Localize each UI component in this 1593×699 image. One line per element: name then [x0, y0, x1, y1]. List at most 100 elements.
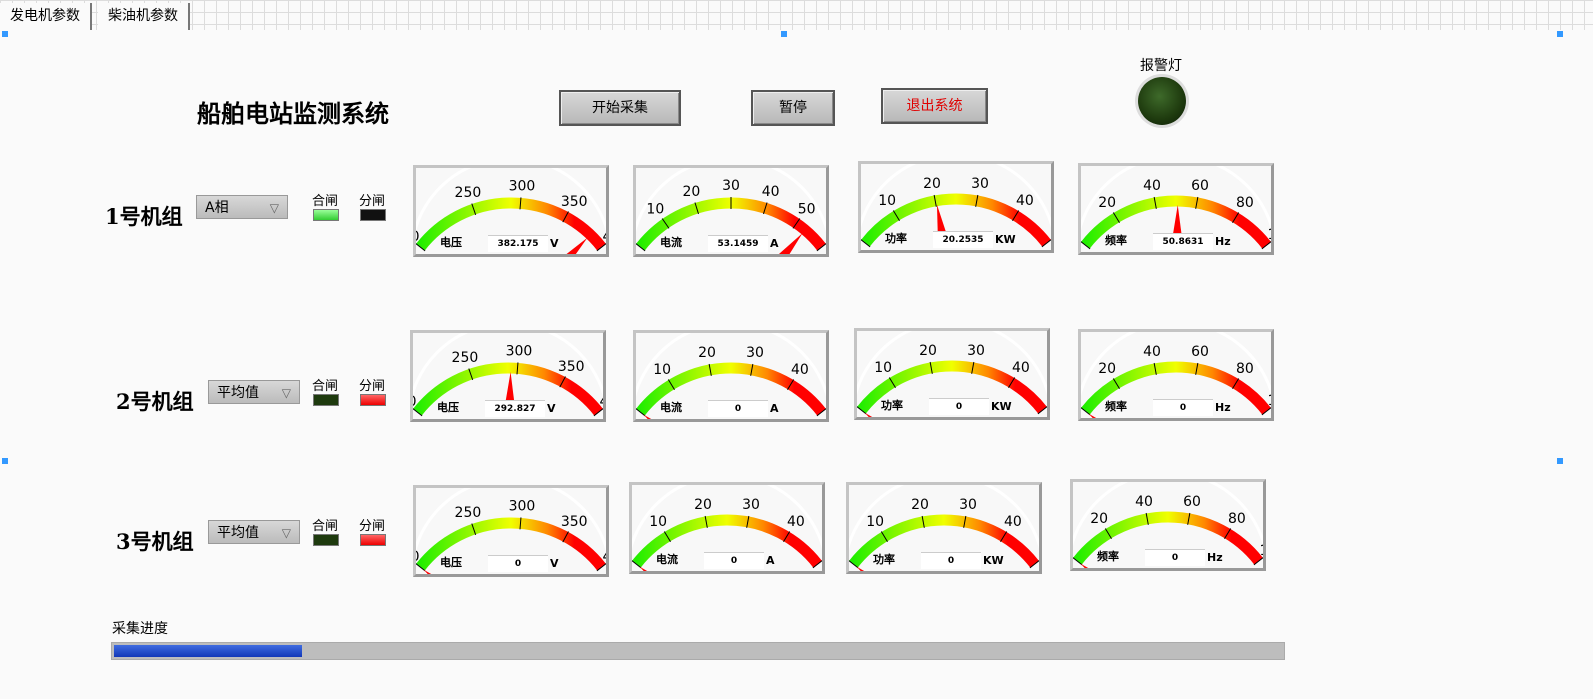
gauge-needle: [643, 414, 652, 419]
closed-indicator: [313, 209, 339, 221]
gauge-digital-display: 0: [929, 398, 989, 415]
gauge-tick-label: 100: [1267, 227, 1271, 243]
resize-handle[interactable]: [1557, 458, 1563, 464]
gauge-tick-label: 40: [787, 514, 805, 530]
gauge: 0 20 40 60 80 100 频率 0 Hz: [1070, 479, 1266, 571]
gauge-tick-label: 100: [1267, 393, 1271, 409]
open-label: 分闸: [359, 379, 386, 394]
gauge-tick-label: 40: [1135, 494, 1153, 510]
gauge-unit: KW: [995, 233, 1016, 246]
gauge-tick-label: 350: [561, 194, 588, 210]
gauge-tick-label: 30: [742, 497, 760, 513]
gauge-needle: [1080, 563, 1089, 568]
phase-select[interactable]: 平均值 ▽: [208, 520, 300, 544]
gauge-digital-display: 0: [708, 400, 768, 417]
alarm-light: [1138, 77, 1186, 125]
alarm-label: 报警灯: [1140, 58, 1182, 74]
open-label: 分闸: [359, 194, 386, 209]
gauge-needle: [1088, 413, 1097, 418]
closed-indicator: [313, 394, 339, 406]
gauge-tick-label: 350: [558, 359, 585, 375]
phase-select[interactable]: 平均值 ▽: [208, 380, 300, 404]
chevron-down-icon: ▽: [269, 201, 279, 215]
progress-fill: [114, 645, 302, 657]
gauge-tick-label: 30: [722, 178, 740, 194]
gauge-unit: V: [550, 237, 559, 250]
phase-value: A相: [205, 200, 229, 216]
resize-handle[interactable]: [1557, 31, 1563, 37]
gauge-name: 频率: [1097, 550, 1119, 563]
phase-select[interactable]: A相 ▽: [196, 195, 288, 219]
tab-generator-params[interactable]: 发电机参数: [0, 3, 92, 30]
gauge-tick-label: 300: [509, 498, 536, 514]
gauge: 0 10 20 30 40 50 功率 0 KW: [846, 482, 1042, 574]
gauge-unit: V: [550, 557, 559, 570]
group-name: 3号机组: [116, 529, 194, 554]
gauge: 180 250 300 350 400 电压 382.175 V: [413, 165, 609, 257]
gauge-tick-label: 40: [791, 362, 809, 378]
gauge-name: 电压: [440, 236, 462, 249]
gauge: 180 250 300 350 400 电压 0 V: [413, 485, 609, 577]
phase-value: 平均值: [217, 385, 259, 401]
resize-handle[interactable]: [2, 31, 8, 37]
gauge-tick-label: 40: [1143, 344, 1161, 360]
exit-button[interactable]: 退出系统: [881, 88, 988, 124]
gauge: 0 10 20 30 40 50 电流 0 A: [633, 330, 829, 422]
open-indicator: [360, 534, 386, 546]
gauge-name: 功率: [873, 553, 895, 566]
gauge-digital-display: 50.8631: [1153, 233, 1213, 250]
group-name: 1号机组: [105, 204, 183, 229]
gauge-tick-label: 180: [416, 549, 420, 565]
gauge-digital-display: 382.175: [488, 235, 548, 252]
tab-diesel-params[interactable]: 柴油机参数: [98, 3, 190, 30]
gauge-unit: A: [770, 402, 779, 415]
open-indicator: [360, 394, 386, 406]
gauge-needle: [639, 566, 648, 571]
gauge-unit: V: [547, 402, 556, 415]
gauge: 0 10 20 30 40 50 功率 20.2535 KW: [858, 161, 1054, 253]
gauge-name: 功率: [881, 399, 903, 412]
gauge-name: 电压: [437, 401, 459, 414]
resize-handle[interactable]: [781, 31, 787, 37]
gauge-unit: A: [766, 554, 775, 567]
gauge: 0 20 40 60 80 100 频率 0 Hz: [1078, 329, 1274, 421]
gauge-tick-label: 10: [646, 202, 664, 218]
gauge-tick-label: 180: [416, 229, 420, 245]
gauge-name: 电压: [440, 556, 462, 569]
gauge-needle: [864, 412, 873, 417]
gauge-tick-label: 350: [561, 514, 588, 530]
resize-handle[interactable]: [2, 458, 8, 464]
gauge-tick-label: 10: [649, 514, 667, 530]
gauge: 0 10 20 30 40 50 功率 0 KW: [854, 328, 1050, 420]
gauge-unit: Hz: [1215, 235, 1231, 248]
gauge-tick-label: 400: [599, 394, 603, 410]
grid-background: [0, 0, 1593, 30]
gauge-tick-label: 180: [413, 394, 417, 410]
open-indicator: [360, 209, 386, 221]
gauge-needle: [423, 569, 432, 574]
gauge-name: 功率: [885, 232, 907, 245]
gauge-tick-label: 40: [1016, 193, 1034, 209]
gauge-tick-label: 40: [1012, 360, 1030, 376]
gauge-name: 电流: [660, 236, 682, 249]
gauge-tick-label: 20: [1090, 511, 1108, 527]
gauge-tick-label: 80: [1228, 511, 1246, 527]
gauge-tick-label: 40: [1143, 178, 1161, 194]
gauge-tick-label: 30: [967, 343, 985, 359]
closed-indicator: [313, 534, 339, 546]
gauge-unit: Hz: [1207, 551, 1223, 564]
gauge-tick-label: 20: [694, 497, 712, 513]
gauge-tick-label: 50: [798, 202, 816, 218]
gauge-unit: KW: [991, 400, 1012, 413]
group-name: 2号机组: [116, 389, 194, 414]
start-button[interactable]: 开始采集: [559, 90, 681, 126]
gauge-tick-label: 20: [682, 184, 700, 200]
gauge-digital-display: 0: [488, 555, 548, 572]
gauge-needle: [566, 237, 588, 254]
closed-label: 合闸: [312, 379, 339, 394]
gauge-tick-label: 30: [971, 176, 989, 192]
gauge-tick-label: 250: [452, 350, 479, 366]
gauge-tick-label: 30: [959, 497, 977, 513]
gauge-unit: KW: [983, 554, 1004, 567]
pause-button[interactable]: 暂停: [751, 90, 835, 126]
